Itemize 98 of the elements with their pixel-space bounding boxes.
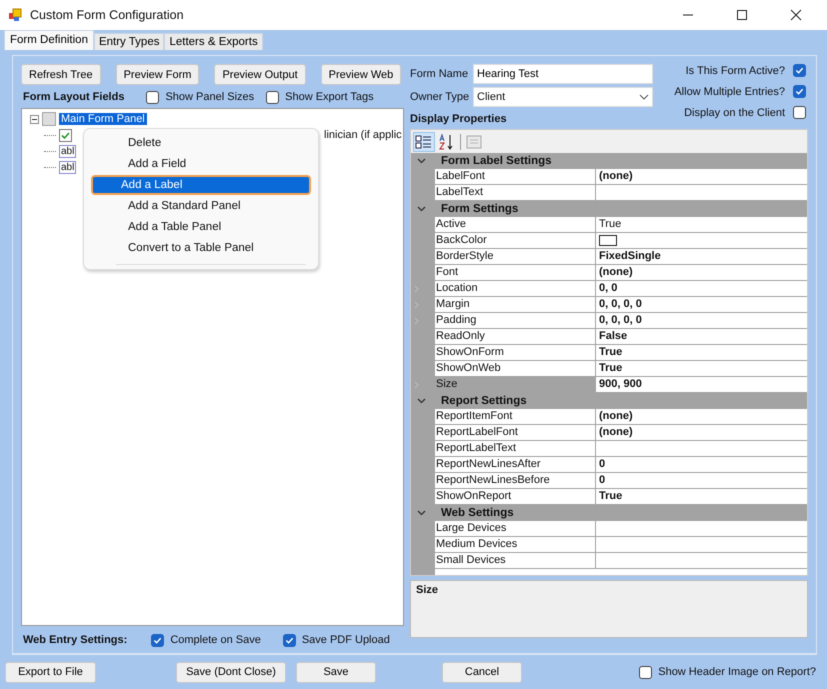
category-title: Web Settings [441, 507, 514, 519]
caret-icon [639, 94, 649, 100]
textbox-icon: abl [59, 144, 76, 158]
checkbox-label: Show Header Image on Report? [658, 666, 816, 678]
property-name[interactable]: ReadOnly [435, 329, 596, 345]
textbox-icon: abl [59, 160, 76, 174]
menu-item[interactable]: Add a Field [91, 154, 311, 174]
maximize-icon[interactable] [736, 9, 748, 21]
footer-button[interactable]: Save (Dont Close) [176, 662, 286, 682]
property-name[interactable]: ReportNewLinesAfter [435, 457, 596, 473]
property-name[interactable]: ReportLabelText [435, 441, 596, 457]
checkbox-label: Complete on Save [170, 634, 261, 646]
categorized-icon[interactable] [414, 132, 434, 150]
property-value: True [599, 217, 622, 232]
footer-button[interactable]: Cancel [442, 662, 522, 682]
checkbox[interactable] [266, 90, 280, 104]
footer-button[interactable]: Save [296, 662, 376, 682]
property-name[interactable]: ReportNewLinesBefore [435, 473, 596, 489]
property-value: True [599, 345, 622, 360]
category-title: Form Settings [441, 203, 518, 215]
checkbox-label: Allow Multiple Entries? [674, 86, 785, 98]
property-value: (none) [599, 425, 633, 440]
section-title: Display Properties [410, 113, 508, 125]
checkbox[interactable] [793, 106, 806, 119]
dropdown[interactable]: Client [473, 87, 653, 107]
footer-button[interactable]: Export to File [5, 662, 96, 682]
checkbox-label: Show Export Tags [285, 91, 374, 103]
property-name[interactable]: Margin [435, 297, 596, 313]
checkbox[interactable] [793, 64, 806, 77]
property-value: 0 [599, 457, 606, 472]
toolbar-button[interactable]: Preview Output [214, 64, 306, 85]
checkbox[interactable] [282, 634, 296, 646]
panel-icon [42, 112, 56, 126]
menu-item[interactable]: Add a Table Panel [91, 217, 311, 237]
property-value: 900, 900 [599, 377, 642, 392]
property-value: 0, 0, 0, 0 [599, 297, 642, 312]
property-name[interactable]: ReportLabelFont [435, 425, 596, 441]
property-name[interactable]: ReportItemFont [435, 409, 596, 425]
property-name[interactable]: Location [435, 281, 596, 297]
property-name[interactable]: Large Devices [435, 521, 596, 537]
checkbox-icon [59, 128, 72, 142]
property-name[interactable]: BorderStyle [435, 249, 596, 265]
tree-item[interactable]: linician (if applic [324, 129, 402, 141]
property-name[interactable]: ShowOnForm [435, 345, 596, 361]
chevron-icon[interactable] [417, 510, 426, 516]
menu-item[interactable]: Delete [91, 133, 311, 153]
section-title: Web Entry Settings: [23, 634, 128, 646]
property-value: True [599, 361, 622, 376]
property-value: 0, 0, 0, 0 [599, 313, 642, 328]
field-label: Owner Type [410, 91, 467, 103]
checkbox[interactable] [146, 90, 160, 104]
checkbox-label: Save PDF Upload [302, 634, 390, 646]
section-title: Form Layout Fields [23, 91, 124, 103]
checkbox[interactable] [793, 85, 806, 98]
toolbar-button[interactable]: Preview Form [116, 64, 200, 85]
tab[interactable]: Entry Types [94, 33, 164, 50]
toolbar-button[interactable]: Refresh Tree [21, 64, 101, 85]
property-value: (none) [599, 265, 633, 280]
property-value: False [599, 329, 628, 344]
property-name[interactable]: LabelFont [435, 169, 596, 185]
property-name[interactable]: Active [435, 217, 596, 233]
collapse-icon[interactable] [30, 114, 39, 124]
property-name[interactable]: Size [435, 377, 596, 393]
category-title: Form Label Settings [441, 155, 552, 167]
color-swatch [599, 235, 617, 246]
property-name[interactable]: Font [435, 265, 596, 281]
window-title: Custom Form Configuration [30, 8, 184, 22]
menu-item[interactable]: Convert to a Table Panel [91, 238, 311, 258]
property-value: (none) [599, 169, 633, 184]
chevron-icon[interactable] [417, 398, 426, 404]
chevron-icon[interactable] [417, 158, 426, 164]
checkbox-label: Is This Form Active? [686, 64, 785, 76]
checkbox[interactable] [151, 634, 164, 646]
input-field[interactable]: Hearing Test [473, 64, 653, 84]
checkbox-label: Display on the Client [684, 106, 785, 118]
property-value: True [599, 489, 622, 504]
property-value: FixedSingle [599, 249, 661, 264]
property-value: 0, 0 [599, 281, 618, 296]
tab[interactable]: Form Definition [4, 30, 94, 50]
property-name[interactable]: Small Devices [435, 553, 596, 569]
close-icon[interactable] [790, 9, 802, 21]
checkbox-label: Show Panel Sizes [165, 91, 254, 103]
property-name[interactable]: Padding [435, 313, 596, 329]
property-name[interactable]: BackColor [435, 233, 596, 249]
description-title: Size [416, 584, 438, 596]
property-value: (none) [599, 409, 633, 424]
menu-item[interactable]: Add a Label [91, 175, 311, 195]
menu-item[interactable]: Add a Standard Panel [91, 196, 311, 216]
checkbox[interactable] [639, 666, 652, 678]
property-name[interactable]: Medium Devices [435, 537, 596, 553]
tab[interactable]: Letters & Exports [164, 33, 263, 50]
tree-item[interactable]: Main Form Panel [59, 113, 147, 125]
toolbar-button[interactable]: Preview Web [320, 64, 402, 85]
app-icon [8, 8, 22, 22]
field-label: Form Name [410, 68, 467, 80]
chevron-icon[interactable] [417, 206, 426, 212]
property-value: 0 [599, 473, 606, 488]
category-title: Report Settings [441, 395, 527, 407]
